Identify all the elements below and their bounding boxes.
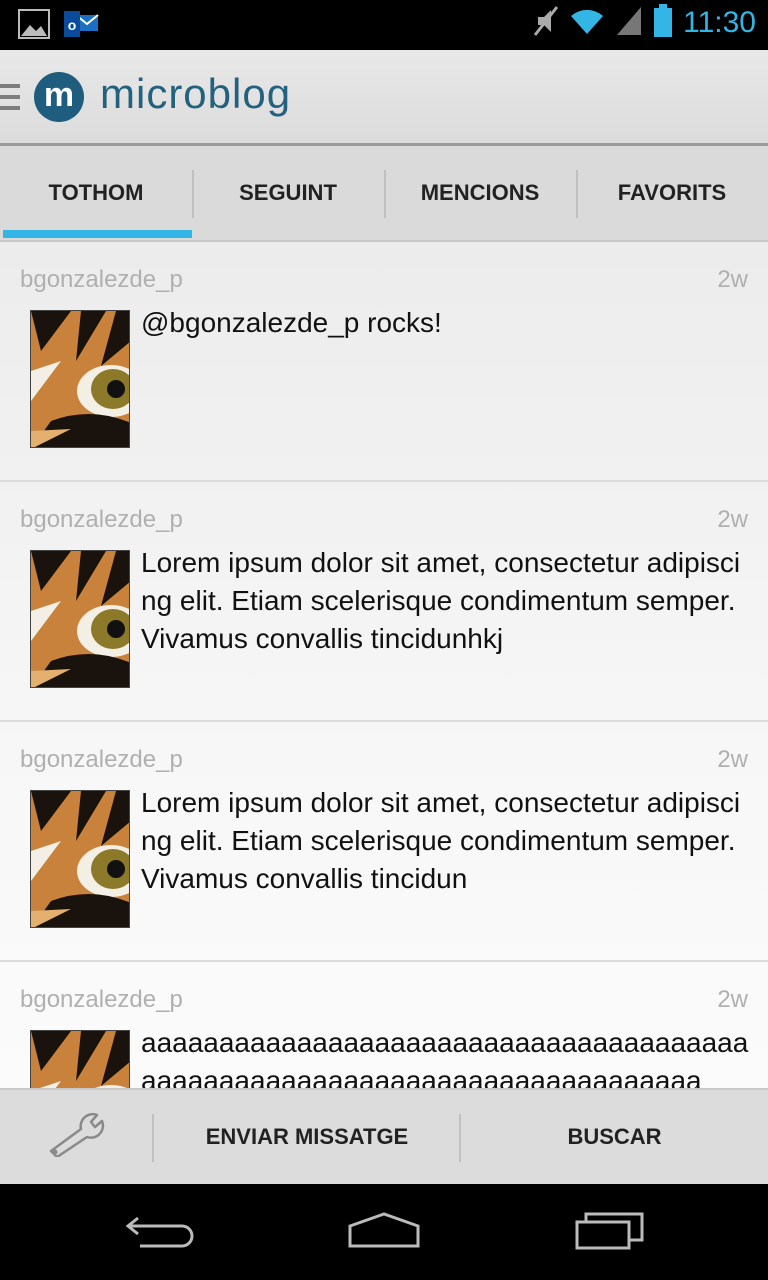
post-item[interactable]: bgonzalezde_p 2w Lorem ipsum dolor sit a… — [0, 722, 768, 962]
bottom-toolbar: ENVIAR MISSATGE BUSCAR — [0, 1088, 768, 1184]
post-time: 2w — [717, 506, 748, 533]
avatar[interactable] — [30, 310, 130, 448]
avatar[interactable] — [30, 790, 130, 928]
tiger-avatar-image — [31, 1031, 129, 1088]
drawer-menu-icon[interactable] — [0, 84, 20, 112]
home-icon[interactable] — [346, 1208, 422, 1256]
wrench-icon — [45, 1111, 107, 1163]
tab-seguint[interactable]: SEGUINT — [192, 146, 384, 240]
post-author[interactable]: bgonzalezde_p — [20, 506, 183, 534]
post-time: 2w — [717, 986, 748, 1013]
post-item[interactable]: bgonzalezde_p 2w @bgonzalezde_p rocks! — [0, 242, 768, 482]
back-icon[interactable] — [124, 1208, 196, 1256]
post-text: Lorem ipsum dolor sit amet, consectetur … — [141, 547, 741, 654]
avatar[interactable] — [30, 1030, 130, 1088]
avatar[interactable] — [30, 550, 130, 688]
tiger-avatar-image — [31, 311, 129, 447]
battery-icon — [653, 4, 673, 42]
navigation-bar — [0, 1184, 768, 1280]
post-author[interactable]: bgonzalezde_p — [20, 986, 183, 1014]
clock: 11:30 — [683, 6, 756, 39]
svg-text:o: o — [68, 17, 77, 33]
gallery-icon — [18, 9, 50, 43]
send-message-button[interactable]: ENVIAR MISSATGE — [154, 1090, 460, 1184]
tiger-avatar-image — [31, 791, 129, 927]
tab-bar: TOTHOM SEGUINT MENCIONS FAVORITS — [0, 146, 768, 242]
tab-tothom[interactable]: TOTHOM — [0, 146, 192, 240]
tiger-avatar-image — [31, 551, 129, 687]
post-author[interactable]: bgonzalezde_p — [20, 266, 183, 294]
post-time: 2w — [717, 266, 748, 293]
outlook-icon: o — [64, 9, 100, 43]
status-bar: o 11:30 — [0, 0, 768, 50]
post-text: aaaaaaaaaaaaaaaaaaaaaaaaaaaaaaaaaaaaaaaa… — [141, 1027, 749, 1088]
signal-icon — [615, 5, 643, 41]
post-text: Lorem ipsum dolor sit amet, consectetur … — [141, 787, 741, 894]
app-title: microblog — [100, 70, 292, 117]
recent-apps-icon[interactable] — [574, 1208, 646, 1256]
action-bar: m microblog — [0, 50, 768, 146]
mute-icon — [533, 5, 559, 41]
post-author[interactable]: bgonzalezde_p — [20, 746, 183, 774]
tab-mencions[interactable]: MENCIONS — [384, 146, 576, 240]
post-item[interactable]: bgonzalezde_p 2w aaaaaaaaaaaaaaaaaaaaaaa… — [0, 962, 768, 1088]
timeline-feed[interactable]: bgonzalezde_p 2w @bgonzalezde_p rocks! b… — [0, 242, 768, 1088]
post-text: @bgonzalezde_p rocks! — [141, 307, 442, 338]
post-item[interactable]: bgonzalezde_p 2w Lorem ipsum dolor sit a… — [0, 482, 768, 722]
app-logo[interactable]: m — [34, 72, 84, 122]
post-time: 2w — [717, 746, 748, 773]
wifi-icon — [569, 6, 605, 40]
search-button[interactable]: BUSCAR — [461, 1090, 768, 1184]
settings-button[interactable] — [0, 1090, 152, 1184]
tab-favorits[interactable]: FAVORITS — [576, 146, 768, 240]
